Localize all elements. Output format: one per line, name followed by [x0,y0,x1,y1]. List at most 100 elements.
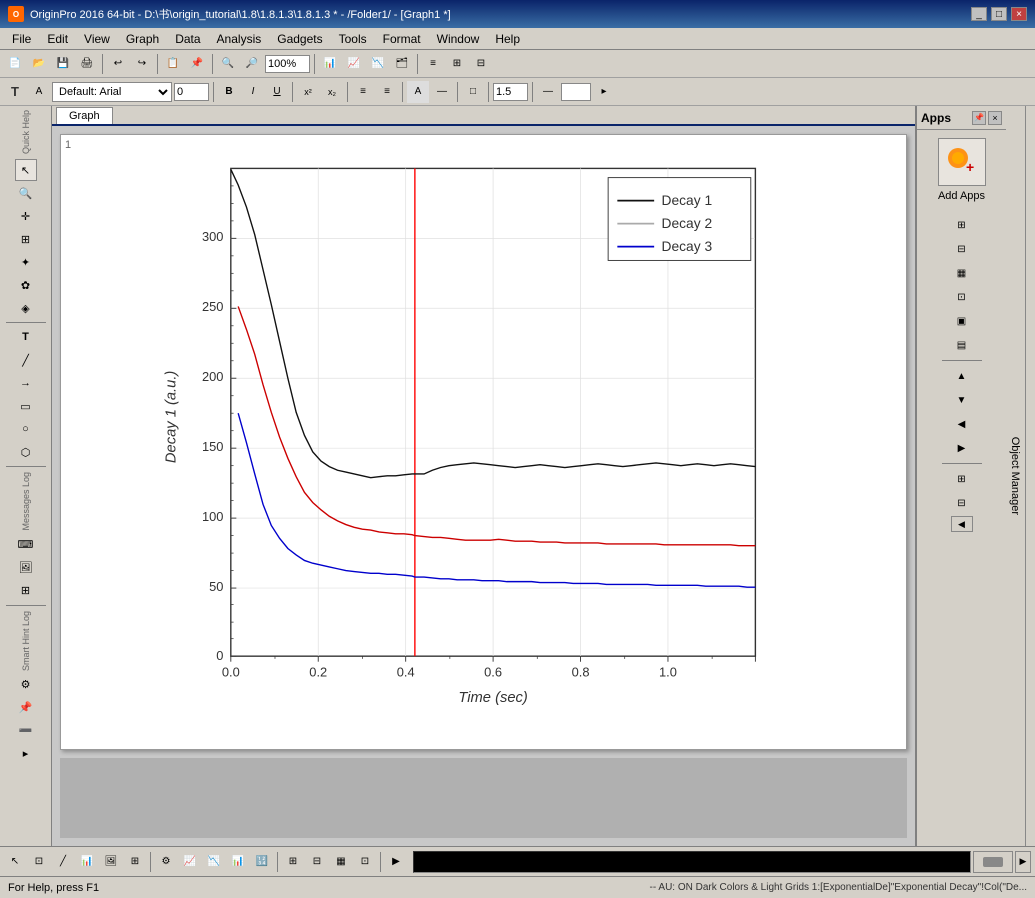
minimize-button[interactable]: _ [971,7,987,21]
rt-expand-btn[interactable]: ◀ [951,516,973,532]
bt-btn11[interactable]: 🔢 [251,851,273,873]
draw-rect[interactable]: ▭ [15,395,37,417]
graph-tab[interactable]: Graph [56,107,113,124]
bt-btn4[interactable]: 📊 [76,851,98,873]
menu-format[interactable]: Format [375,30,429,48]
new-btn[interactable]: 📄 [4,53,26,75]
underline-btn[interactable]: U [266,81,288,103]
move-tool[interactable]: ✛ [15,205,37,227]
menu-data[interactable]: Data [167,30,208,48]
settings-btn[interactable]: ⚙ [15,674,37,696]
expand-btn[interactable]: ▸ [15,743,37,765]
draw-arrow[interactable]: → [15,372,37,394]
rt-btn4[interactable]: ⊡ [951,286,973,308]
bt-btn7[interactable]: ⚙ [155,851,177,873]
add-apps-label[interactable]: Add Apps [938,190,985,202]
subscript-btn[interactable]: x₂ [321,81,343,103]
graph-img-btn[interactable]: 🖼 [15,557,37,579]
pointer-tool[interactable]: ↖ [15,159,37,181]
rt-btn5[interactable]: ▣ [951,310,973,332]
rt-btn1[interactable]: ⊞ [951,214,973,236]
zoom-pan-tool[interactable]: 🔍 [15,182,37,204]
bt-btn3[interactable]: ╱ [52,851,74,873]
rt-btn9[interactable]: ◀ [951,413,973,435]
rt-btn8[interactable]: ▼ [951,389,973,411]
object-manager-label[interactable]: Object Manager [1006,106,1026,846]
rt-btn11[interactable]: ⊞ [951,468,973,490]
graph-btn1[interactable]: 📊 [319,53,341,75]
bt-btn14[interactable]: ▦ [330,851,352,873]
menu-edit[interactable]: Edit [39,30,76,48]
misc-btn2[interactable]: ⊞ [446,53,468,75]
rt-btn6[interactable]: ▤ [951,334,973,356]
rt-btn3[interactable]: ▦ [951,262,973,284]
draw-polygon[interactable]: ⬡ [15,441,37,463]
menu-window[interactable]: Window [429,30,488,48]
open-btn[interactable]: 📂 [28,53,50,75]
script-btn[interactable]: ⌨ [15,534,37,556]
format-icon[interactable]: T [4,81,26,103]
menu-help[interactable]: Help [487,30,528,48]
titlebar-controls[interactable]: _ □ × [971,7,1027,21]
align-left-btn[interactable]: ≡ [352,81,374,103]
save-btn[interactable]: 💾 [52,53,74,75]
bold-btn[interactable]: B [218,81,240,103]
table-btn[interactable]: ⊞ [15,580,37,602]
align-center-btn[interactable]: ≡ [376,81,398,103]
rt-btn12[interactable]: ⊟ [951,492,973,514]
zoom-input[interactable] [265,55,310,73]
mask-tool[interactable]: ◈ [15,297,37,319]
bt-btn13[interactable]: ⊟ [306,851,328,873]
data-reader[interactable]: ✦ [15,251,37,273]
line-style-btn[interactable]: — [537,81,559,103]
italic-btn[interactable]: I [242,81,264,103]
print-btn[interactable]: 🖨 [76,53,98,75]
graph-btn2[interactable]: 📈 [343,53,365,75]
rt-btn10[interactable]: ▶ [951,437,973,459]
undo-btn[interactable]: ↩ [107,53,129,75]
bt-btn16[interactable]: ▶ [385,851,407,873]
line-width-input[interactable] [493,83,528,101]
bt-btn5[interactable]: 🖼 [100,851,122,873]
font-size-input[interactable] [174,83,209,101]
graph-btn3[interactable]: 📉 [367,53,389,75]
misc-btn1[interactable]: ≡ [422,53,444,75]
annotate-tool[interactable]: ✿ [15,274,37,296]
bt-btn15[interactable]: ⊡ [354,851,376,873]
maximize-button[interactable]: □ [991,7,1007,21]
menu-file[interactable]: File [4,30,39,48]
copy-btn[interactable]: 📋 [162,53,184,75]
bt-btn1[interactable]: ↖ [4,851,26,873]
line-color-btn[interactable]: — [431,81,453,103]
zoom-in-btn[interactable]: 🔍 [217,53,239,75]
apps-pin-btn[interactable]: 📌 [972,111,986,125]
menu-graph[interactable]: Graph [118,30,167,48]
quick-help-label[interactable]: Quick Help [21,110,31,154]
font-color-btn[interactable]: A [28,81,50,103]
draw-line[interactable]: ╱ [15,349,37,371]
close-button[interactable]: × [1011,7,1027,21]
draw-circle[interactable]: ○ [15,418,37,440]
bt-btn12[interactable]: ⊞ [282,851,304,873]
bt-btn2[interactable]: ⊡ [28,851,50,873]
bt-btn10[interactable]: 📊 [227,851,249,873]
minus-btn[interactable]: ➖ [15,720,37,742]
bt-btn6[interactable]: ⊞ [124,851,146,873]
graph-btn4[interactable]: 🗂 [391,53,413,75]
text-tool[interactable]: T [15,326,37,348]
add-apps-icon[interactable]: + [938,138,986,186]
menu-analysis[interactable]: Analysis [209,30,270,48]
redo-btn[interactable]: ↪ [131,53,153,75]
scroll-area[interactable] [973,851,1013,873]
scale-tool[interactable]: ⊞ [15,228,37,250]
bt-btn9[interactable]: 📉 [203,851,225,873]
scroll-right-btn[interactable]: ▶ [1015,851,1031,873]
superscript-btn[interactable]: x² [297,81,319,103]
border-btn[interactable]: □ [462,81,484,103]
command-input-area[interactable] [413,851,971,873]
more-btn[interactable]: ▸ [593,81,615,103]
menu-view[interactable]: View [76,30,118,48]
rt-btn7[interactable]: ▲ [951,365,973,387]
menu-gadgets[interactable]: Gadgets [269,30,330,48]
apps-close-btn[interactable]: × [988,111,1002,125]
